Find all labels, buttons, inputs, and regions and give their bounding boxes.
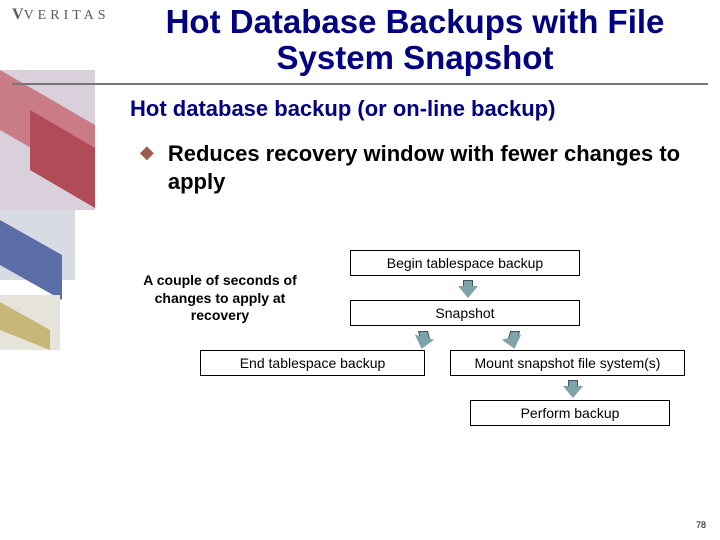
flow-diagram: A couple of seconds of changes to apply …	[130, 250, 710, 480]
background-graphic	[0, 70, 110, 350]
slide-title: Hot Database Backups with File System Sn…	[130, 4, 700, 77]
bullet-text: Reduces recovery window with fewer chang…	[168, 140, 690, 195]
box-snapshot: Snapshot	[350, 300, 580, 326]
box-end-tablespace: End tablespace backup	[200, 350, 425, 376]
title-divider	[12, 83, 708, 85]
box-mount-snapshot: Mount snapshot file system(s)	[450, 350, 685, 376]
bullet-item: ◆ Reduces recovery window with fewer cha…	[140, 140, 690, 195]
veritas-logo: VVERITAS	[12, 6, 110, 24]
box-perform-backup: Perform backup	[470, 400, 670, 426]
logo-text: VERITAS	[24, 8, 110, 23]
page-number: 78	[696, 520, 706, 530]
slide-subtitle: Hot database backup (or on-line backup)	[130, 96, 700, 122]
box-begin-tablespace: Begin tablespace backup	[350, 250, 580, 276]
bullet-marker-icon: ◆	[140, 142, 154, 163]
diagram-caption: A couple of seconds of changes to apply …	[130, 272, 310, 325]
